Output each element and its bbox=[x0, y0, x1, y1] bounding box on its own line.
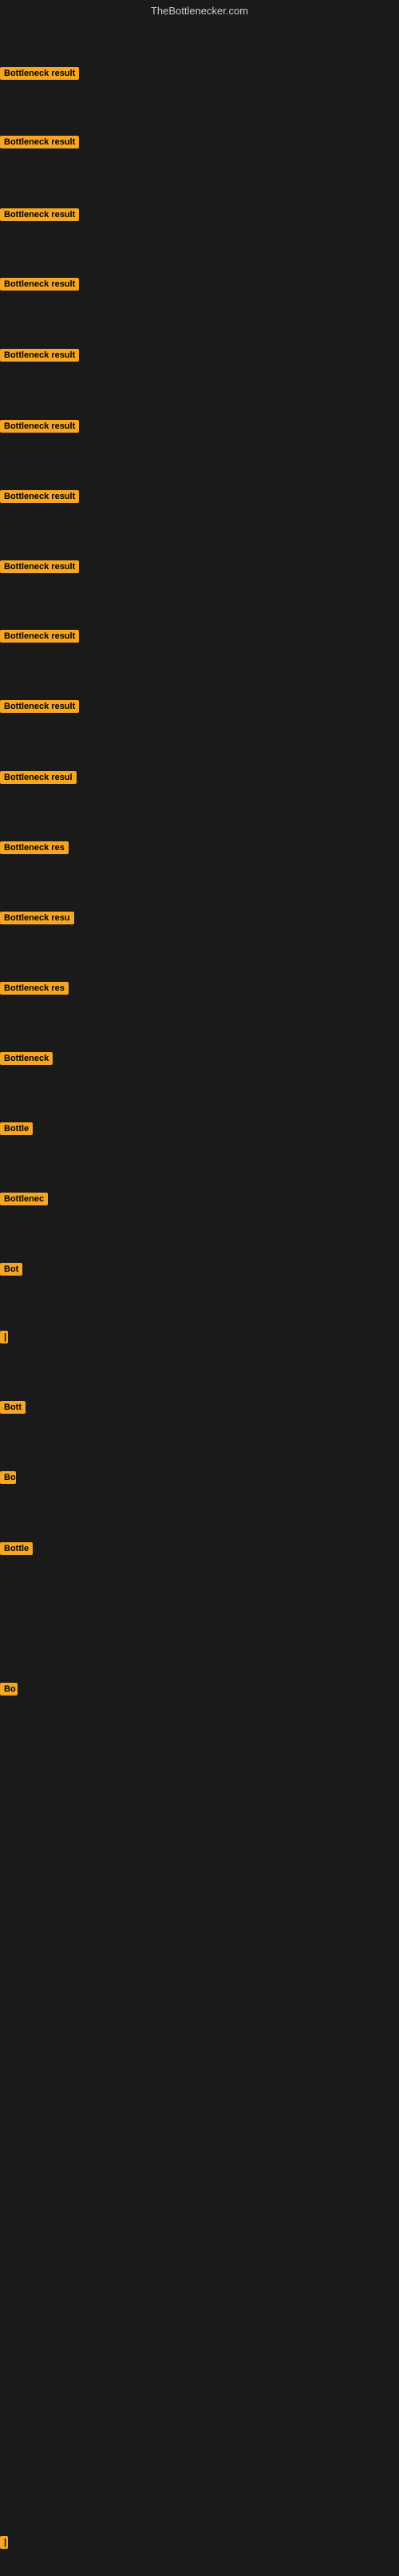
bottleneck-result-row-1: Bottleneck result bbox=[0, 67, 79, 84]
bottleneck-badge-16[interactable]: Bottle bbox=[0, 1122, 33, 1135]
bottleneck-result-row-10: Bottleneck result bbox=[0, 700, 79, 717]
bottleneck-result-row-13: Bottleneck resu bbox=[0, 912, 74, 928]
bottleneck-badge-20[interactable]: Bott bbox=[0, 1401, 26, 1414]
bottleneck-result-row-17: Bottlenec bbox=[0, 1193, 48, 1209]
bottleneck-result-row-2: Bottleneck result bbox=[0, 136, 79, 152]
bottleneck-badge-12[interactable]: Bottleneck res bbox=[0, 841, 69, 854]
bottleneck-result-row-22: Bottle bbox=[0, 1542, 33, 1559]
bottleneck-result-row-15: Bottleneck bbox=[0, 1052, 53, 1069]
bottleneck-badge-19[interactable]: | bbox=[0, 1331, 8, 1343]
bottleneck-badge-3[interactable]: Bottleneck result bbox=[0, 208, 79, 221]
bottleneck-result-row-12: Bottleneck res bbox=[0, 841, 69, 858]
bottleneck-result-row-24: Bo bbox=[0, 1683, 18, 1700]
bottleneck-badge-18[interactable]: Bot bbox=[0, 1263, 22, 1276]
bottleneck-result-row-9: Bottleneck result bbox=[0, 630, 79, 647]
bottleneck-result-row-19: | bbox=[0, 1331, 8, 1347]
bottleneck-badge-22[interactable]: Bottle bbox=[0, 1542, 33, 1555]
bottleneck-badge-2[interactable]: Bottleneck result bbox=[0, 136, 79, 148]
bottleneck-result-row-8: Bottleneck result bbox=[0, 560, 79, 577]
bottleneck-badge-7[interactable]: Bottleneck result bbox=[0, 490, 79, 503]
bottleneck-badge-1[interactable]: Bottleneck result bbox=[0, 67, 79, 80]
bottleneck-badge-8[interactable]: Bottleneck result bbox=[0, 560, 79, 573]
bottleneck-result-row-3: Bottleneck result bbox=[0, 208, 79, 225]
bottleneck-badge-21[interactable]: Bo bbox=[0, 1471, 16, 1484]
bottleneck-badge-10[interactable]: Bottleneck result bbox=[0, 700, 79, 713]
bottleneck-badge-4[interactable]: Bottleneck result bbox=[0, 278, 79, 291]
bottleneck-badge-13[interactable]: Bottleneck resu bbox=[0, 912, 74, 924]
bottleneck-result-row-11: Bottleneck resul bbox=[0, 771, 77, 788]
bottleneck-result-row-20: Bott bbox=[0, 1401, 26, 1418]
bottleneck-result-row-5: Bottleneck result bbox=[0, 349, 79, 366]
bottleneck-badge-14[interactable]: Bottleneck res bbox=[0, 982, 69, 995]
bottleneck-result-row-16: Bottle bbox=[0, 1122, 33, 1139]
bottleneck-result-row-35: | bbox=[0, 2536, 8, 2553]
bottleneck-badge-5[interactable]: Bottleneck result bbox=[0, 349, 79, 362]
bottleneck-result-row-7: Bottleneck result bbox=[0, 490, 79, 507]
bottleneck-badge-24[interactable]: Bo bbox=[0, 1683, 18, 1696]
bottleneck-badge-17[interactable]: Bottlenec bbox=[0, 1193, 48, 1205]
bottleneck-badge-15[interactable]: Bottleneck bbox=[0, 1052, 53, 1065]
bottleneck-result-row-6: Bottleneck result bbox=[0, 420, 79, 437]
site-title: TheBottlenecker.com bbox=[0, 0, 399, 22]
bottleneck-result-row-14: Bottleneck res bbox=[0, 982, 69, 999]
bottleneck-badge-11[interactable]: Bottleneck resul bbox=[0, 771, 77, 784]
bottleneck-result-row-18: Bot bbox=[0, 1263, 22, 1280]
bottleneck-badge-6[interactable]: Bottleneck result bbox=[0, 420, 79, 433]
bottleneck-badge-35[interactable]: | bbox=[0, 2536, 8, 2549]
bottleneck-badge-9[interactable]: Bottleneck result bbox=[0, 630, 79, 643]
bottleneck-result-row-4: Bottleneck result bbox=[0, 278, 79, 295]
bottleneck-result-row-21: Bo bbox=[0, 1471, 16, 1488]
